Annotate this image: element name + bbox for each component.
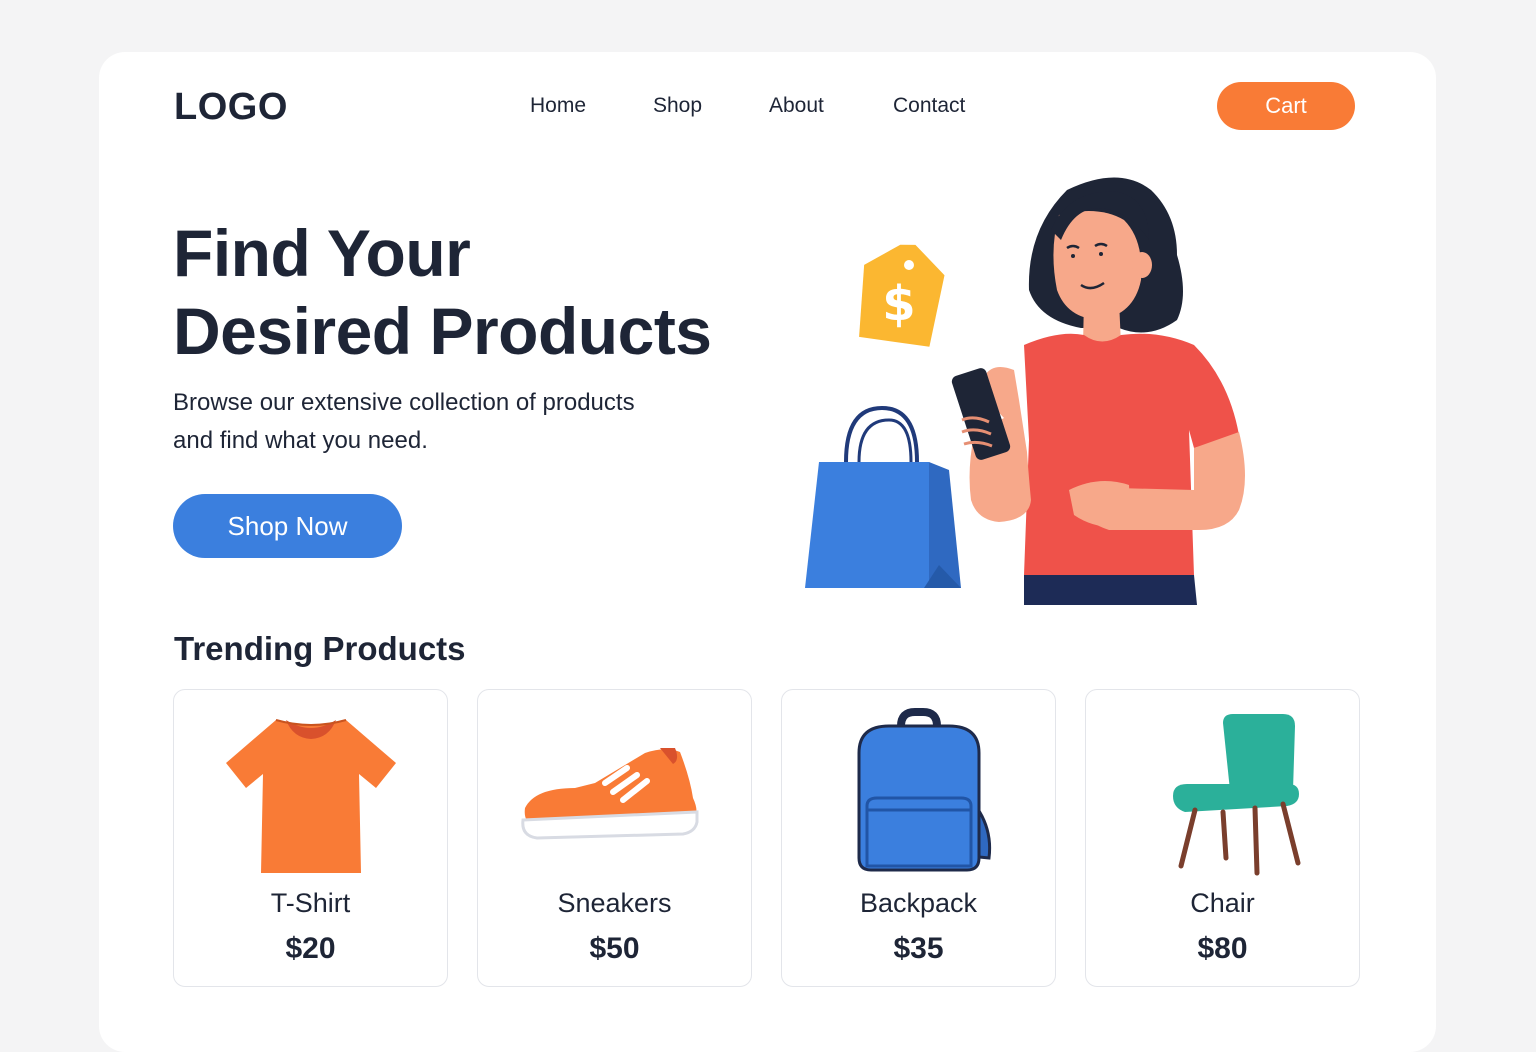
product-name: T-Shirt (270, 888, 351, 918)
shopping-bag-icon (805, 405, 961, 588)
product-grid: T-Shirt $20 Sneakers $50 Backpack $35 Ch… (173, 689, 1361, 989)
hero-subtitle: Browse our extensive collection of produ… (173, 384, 733, 460)
hero-title-line2: Desired Products (173, 294, 712, 368)
nav-link-contact[interactable]: Contact (893, 94, 965, 118)
product-name: Sneakers (557, 888, 672, 918)
price-tag-icon: $ (859, 244, 945, 347)
product-card-tshirt[interactable]: T-Shirt $20 (173, 689, 448, 987)
product-card-backpack[interactable]: Backpack $35 (781, 689, 1056, 987)
shopping-woman-illustration: $ (805, 177, 1245, 605)
t-shirt-icon (226, 719, 396, 873)
shop-now-button[interactable]: Shop Now (173, 494, 402, 558)
product-name: Backpack (859, 888, 978, 918)
hero-title: Find Your Desired Products (173, 214, 712, 370)
sneaker-icon (521, 748, 699, 840)
product-name: Chair (1190, 888, 1255, 918)
price-tag-symbol: $ (882, 276, 915, 332)
hero-title-line1: Find Your (173, 216, 471, 290)
section-title-trending: Trending Products (174, 630, 466, 667)
product-card-sneakers[interactable]: Sneakers $50 (477, 689, 752, 987)
backpack-icon (857, 708, 992, 872)
product-price: $50 (589, 932, 640, 965)
product-card-chair[interactable]: Chair $80 (1085, 689, 1360, 987)
page-card: LOGO Home Shop About Contact Cart Find Y… (99, 52, 1436, 1052)
nav-link-about[interactable]: About (769, 94, 824, 118)
nav-link-shop[interactable]: Shop (653, 94, 702, 118)
hero-subtitle-line2: and find what you need. (173, 427, 428, 454)
product-price: $20 (285, 932, 336, 965)
cart-button[interactable]: Cart (1217, 82, 1355, 130)
chair-icon (1173, 714, 1301, 876)
product-price: $35 (893, 932, 944, 965)
nav-link-home[interactable]: Home (530, 94, 586, 118)
hero-subtitle-line1: Browse our extensive collection of produ… (173, 389, 635, 416)
product-price: $80 (1197, 932, 1248, 965)
